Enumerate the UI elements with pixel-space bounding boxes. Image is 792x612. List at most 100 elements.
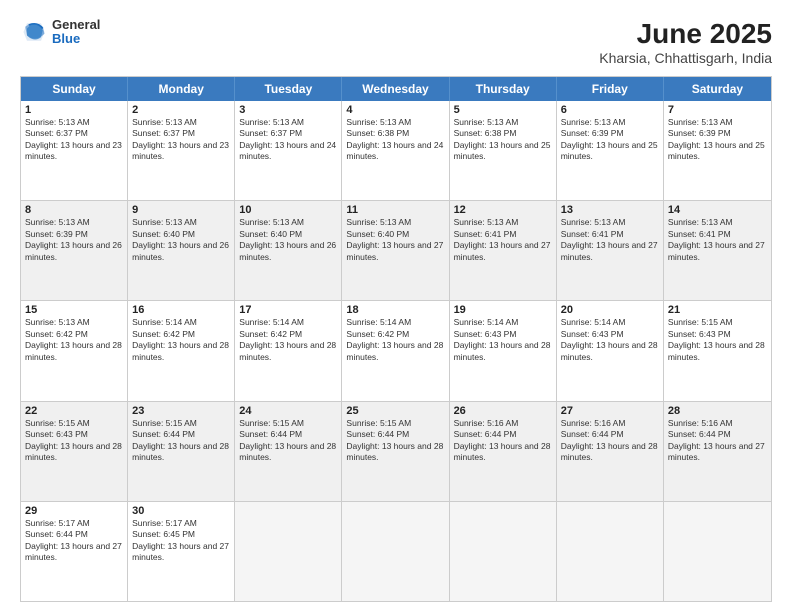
page: General Blue June 2025 Kharsia, Chhattis… — [0, 0, 792, 612]
header-wednesday: Wednesday — [342, 77, 449, 101]
day-num: 10 — [239, 204, 337, 216]
cell-4-thu: 26 Sunrise: 5:16 AMSunset: 6:44 PMDaylig… — [450, 402, 557, 501]
cell-content: Sunrise: 5:13 AMSunset: 6:37 PMDaylight:… — [239, 117, 337, 163]
header-tuesday: Tuesday — [235, 77, 342, 101]
month-year-title: June 2025 — [599, 18, 772, 50]
day-num: 29 — [25, 505, 123, 517]
day-num: 28 — [668, 405, 767, 417]
cell-content: Sunrise: 5:15 AMSunset: 6:43 PMDaylight:… — [25, 418, 123, 464]
day-num: 15 — [25, 304, 123, 316]
day-num: 4 — [346, 104, 444, 116]
cell-content: Sunrise: 5:14 AMSunset: 6:42 PMDaylight:… — [239, 317, 337, 363]
day-num: 12 — [454, 204, 552, 216]
cell-2-mon: 9 Sunrise: 5:13 AMSunset: 6:40 PMDayligh… — [128, 201, 235, 300]
calendar-header: Sunday Monday Tuesday Wednesday Thursday… — [21, 77, 771, 101]
day-num: 27 — [561, 405, 659, 417]
cell-4-fri: 27 Sunrise: 5:16 AMSunset: 6:44 PMDaylig… — [557, 402, 664, 501]
day-num: 9 — [132, 204, 230, 216]
cell-content: Sunrise: 5:13 AMSunset: 6:40 PMDaylight:… — [132, 217, 230, 263]
cell-content: Sunrise: 5:13 AMSunset: 6:37 PMDaylight:… — [132, 117, 230, 163]
day-num: 24 — [239, 405, 337, 417]
day-num: 23 — [132, 405, 230, 417]
cell-2-wed: 11 Sunrise: 5:13 AMSunset: 6:40 PMDaylig… — [342, 201, 449, 300]
logo-blue: Blue — [52, 32, 100, 46]
day-num: 19 — [454, 304, 552, 316]
cell-2-sun: 8 Sunrise: 5:13 AMSunset: 6:39 PMDayligh… — [21, 201, 128, 300]
cal-row-1: 1 Sunrise: 5:13 AMSunset: 6:37 PMDayligh… — [21, 101, 771, 200]
cell-content: Sunrise: 5:17 AMSunset: 6:44 PMDaylight:… — [25, 518, 123, 564]
day-num: 14 — [668, 204, 767, 216]
day-num: 6 — [561, 104, 659, 116]
cell-5-tue-empty — [235, 502, 342, 601]
location-subtitle: Kharsia, Chhattisgarh, India — [599, 50, 772, 66]
cell-content: Sunrise: 5:16 AMSunset: 6:44 PMDaylight:… — [668, 418, 767, 464]
day-num: 16 — [132, 304, 230, 316]
cell-1-sun: 1 Sunrise: 5:13 AMSunset: 6:37 PMDayligh… — [21, 101, 128, 200]
cell-2-sat: 14 Sunrise: 5:13 AMSunset: 6:41 PMDaylig… — [664, 201, 771, 300]
cell-1-mon: 2 Sunrise: 5:13 AMSunset: 6:37 PMDayligh… — [128, 101, 235, 200]
cell-5-sun: 29 Sunrise: 5:17 AMSunset: 6:44 PMDaylig… — [21, 502, 128, 601]
cell-3-mon: 16 Sunrise: 5:14 AMSunset: 6:42 PMDaylig… — [128, 301, 235, 400]
cell-content: Sunrise: 5:16 AMSunset: 6:44 PMDaylight:… — [454, 418, 552, 464]
day-num: 20 — [561, 304, 659, 316]
day-num: 7 — [668, 104, 767, 116]
cell-content: Sunrise: 5:17 AMSunset: 6:45 PMDaylight:… — [132, 518, 230, 564]
cell-content: Sunrise: 5:13 AMSunset: 6:39 PMDaylight:… — [25, 217, 123, 263]
cell-3-wed: 18 Sunrise: 5:14 AMSunset: 6:42 PMDaylig… — [342, 301, 449, 400]
cell-content: Sunrise: 5:13 AMSunset: 6:42 PMDaylight:… — [25, 317, 123, 363]
cell-5-mon: 30 Sunrise: 5:17 AMSunset: 6:45 PMDaylig… — [128, 502, 235, 601]
cell-content: Sunrise: 5:16 AMSunset: 6:44 PMDaylight:… — [561, 418, 659, 464]
cell-5-sat-empty — [664, 502, 771, 601]
cell-4-sat: 28 Sunrise: 5:16 AMSunset: 6:44 PMDaylig… — [664, 402, 771, 501]
cell-content: Sunrise: 5:15 AMSunset: 6:43 PMDaylight:… — [668, 317, 767, 363]
day-num: 25 — [346, 405, 444, 417]
cell-5-wed-empty — [342, 502, 449, 601]
cal-row-2: 8 Sunrise: 5:13 AMSunset: 6:39 PMDayligh… — [21, 200, 771, 300]
day-num: 22 — [25, 405, 123, 417]
header: General Blue June 2025 Kharsia, Chhattis… — [20, 18, 772, 66]
logo-text: General Blue — [52, 18, 100, 47]
cell-4-mon: 23 Sunrise: 5:15 AMSunset: 6:44 PMDaylig… — [128, 402, 235, 501]
cell-1-wed: 4 Sunrise: 5:13 AMSunset: 6:38 PMDayligh… — [342, 101, 449, 200]
cell-1-thu: 5 Sunrise: 5:13 AMSunset: 6:38 PMDayligh… — [450, 101, 557, 200]
cell-3-sat: 21 Sunrise: 5:15 AMSunset: 6:43 PMDaylig… — [664, 301, 771, 400]
header-monday: Monday — [128, 77, 235, 101]
cell-1-tue: 3 Sunrise: 5:13 AMSunset: 6:37 PMDayligh… — [235, 101, 342, 200]
calendar: Sunday Monday Tuesday Wednesday Thursday… — [20, 76, 772, 602]
cell-content: Sunrise: 5:13 AMSunset: 6:37 PMDaylight:… — [25, 117, 123, 163]
cell-content: Sunrise: 5:14 AMSunset: 6:42 PMDaylight:… — [132, 317, 230, 363]
header-saturday: Saturday — [664, 77, 771, 101]
cell-content: Sunrise: 5:15 AMSunset: 6:44 PMDaylight:… — [346, 418, 444, 464]
day-num: 13 — [561, 204, 659, 216]
cell-content: Sunrise: 5:13 AMSunset: 6:39 PMDaylight:… — [668, 117, 767, 163]
logo: General Blue — [20, 18, 100, 47]
cell-3-fri: 20 Sunrise: 5:14 AMSunset: 6:43 PMDaylig… — [557, 301, 664, 400]
day-num: 11 — [346, 204, 444, 216]
cell-5-fri-empty — [557, 502, 664, 601]
cell-2-tue: 10 Sunrise: 5:13 AMSunset: 6:40 PMDaylig… — [235, 201, 342, 300]
cell-4-sun: 22 Sunrise: 5:15 AMSunset: 6:43 PMDaylig… — [21, 402, 128, 501]
cell-content: Sunrise: 5:13 AMSunset: 6:40 PMDaylight:… — [346, 217, 444, 263]
cell-content: Sunrise: 5:13 AMSunset: 6:39 PMDaylight:… — [561, 117, 659, 163]
cell-5-thu-empty — [450, 502, 557, 601]
title-block: June 2025 Kharsia, Chhattisgarh, India — [599, 18, 772, 66]
cell-3-sun: 15 Sunrise: 5:13 AMSunset: 6:42 PMDaylig… — [21, 301, 128, 400]
cell-content: Sunrise: 5:13 AMSunset: 6:41 PMDaylight:… — [668, 217, 767, 263]
day-num: 2 — [132, 104, 230, 116]
cell-content: Sunrise: 5:13 AMSunset: 6:41 PMDaylight:… — [561, 217, 659, 263]
cal-row-5: 29 Sunrise: 5:17 AMSunset: 6:44 PMDaylig… — [21, 501, 771, 601]
header-sunday: Sunday — [21, 77, 128, 101]
cell-content: Sunrise: 5:14 AMSunset: 6:42 PMDaylight:… — [346, 317, 444, 363]
day-num: 8 — [25, 204, 123, 216]
cell-content: Sunrise: 5:13 AMSunset: 6:41 PMDaylight:… — [454, 217, 552, 263]
cell-1-sat: 7 Sunrise: 5:13 AMSunset: 6:39 PMDayligh… — [664, 101, 771, 200]
day-num: 3 — [239, 104, 337, 116]
cell-1-fri: 6 Sunrise: 5:13 AMSunset: 6:39 PMDayligh… — [557, 101, 664, 200]
day-num: 17 — [239, 304, 337, 316]
day-num: 21 — [668, 304, 767, 316]
cell-content: Sunrise: 5:13 AMSunset: 6:38 PMDaylight:… — [454, 117, 552, 163]
cell-2-fri: 13 Sunrise: 5:13 AMSunset: 6:41 PMDaylig… — [557, 201, 664, 300]
cell-content: Sunrise: 5:14 AMSunset: 6:43 PMDaylight:… — [561, 317, 659, 363]
cal-row-3: 15 Sunrise: 5:13 AMSunset: 6:42 PMDaylig… — [21, 300, 771, 400]
cell-4-tue: 24 Sunrise: 5:15 AMSunset: 6:44 PMDaylig… — [235, 402, 342, 501]
